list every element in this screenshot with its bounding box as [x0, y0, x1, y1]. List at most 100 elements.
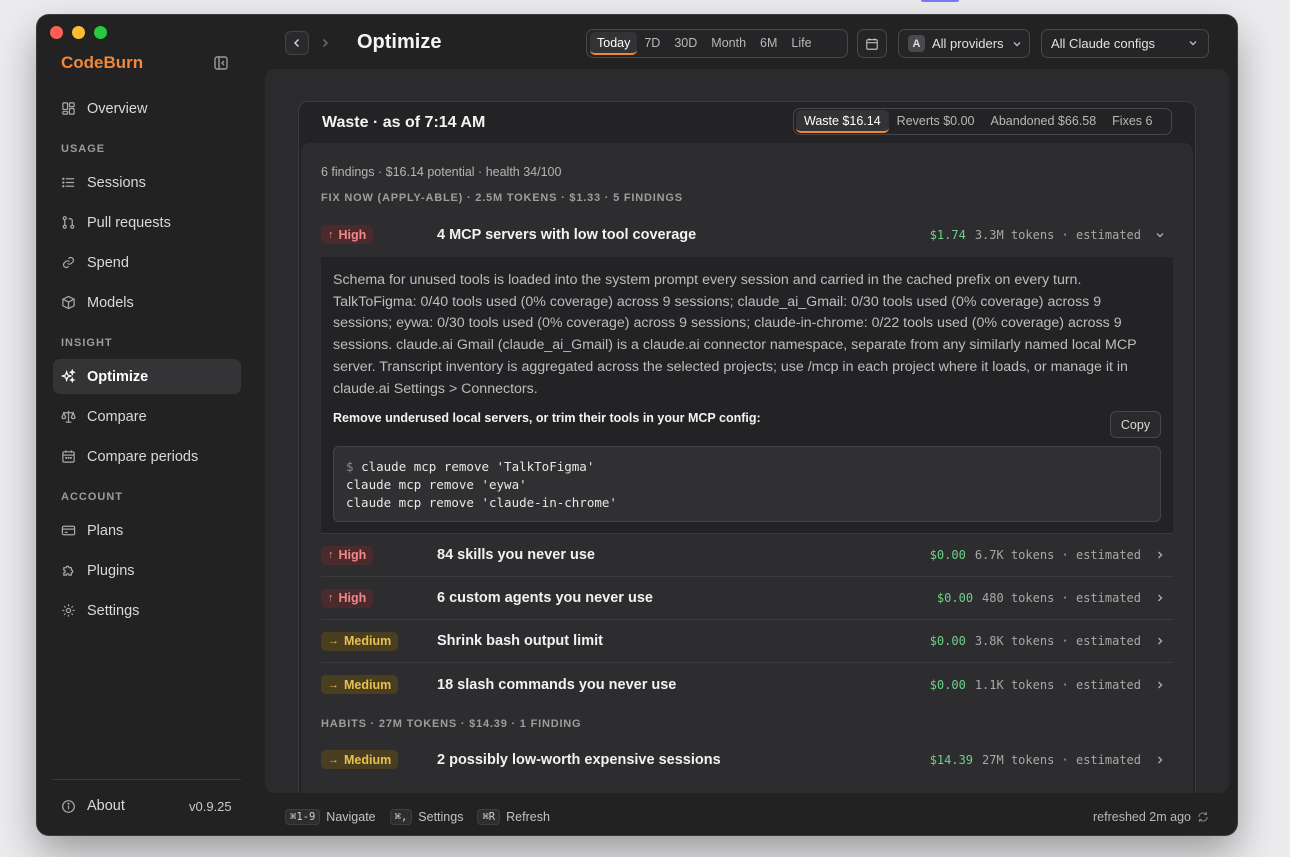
sidebar-toggle-icon[interactable]	[213, 55, 229, 71]
range-today[interactable]: Today	[590, 32, 638, 55]
finding-meta: 3.3M tokens · estimated	[974, 227, 1141, 242]
range-6m[interactable]: 6M	[753, 32, 784, 55]
version-label: v0.9.25	[189, 799, 232, 814]
sidebar-item-spend[interactable]: Spend	[53, 245, 241, 280]
range-7d[interactable]: 7D	[637, 32, 667, 55]
chevron-right-icon[interactable]	[1155, 636, 1165, 646]
cube-icon	[61, 295, 76, 310]
finding-amount: $0.00	[929, 677, 966, 692]
sidebar-item-label: Spend	[87, 254, 129, 271]
chevron-right-icon	[320, 38, 330, 48]
sidebar-item-label: Plans	[87, 522, 124, 539]
sidebar: CodeBurn Overview USAGE Sessions Pull re…	[37, 15, 257, 835]
finding-meta: 1.1K tokens · estimated	[974, 677, 1141, 692]
sidebar-item-sessions[interactable]: Sessions	[53, 165, 241, 200]
sidebar-item-compare-periods[interactable]: Compare periods	[53, 439, 241, 474]
top-accent-bar	[921, 0, 959, 2]
puzzle-icon	[61, 563, 76, 578]
finding-row[interactable]: ↑ High 84 skills you never use $0.00 6.7K…	[321, 534, 1173, 577]
command-line: claude mcp remove 'eywa'	[346, 477, 527, 492]
finding-amount: $0.00	[929, 548, 966, 562]
config-dropdown[interactable]: All Claude configs	[1041, 29, 1209, 58]
calendar-button[interactable]	[857, 29, 887, 58]
scale-icon	[61, 409, 76, 424]
tab-abandoned[interactable]: Abandoned $66.58	[983, 110, 1105, 133]
sidebar-item-compare[interactable]: Compare	[53, 399, 241, 434]
command-line: claude mcp remove 'claude-in-chrome'	[346, 495, 617, 510]
finding-title: 84 skills you never use	[437, 547, 595, 563]
forward-button[interactable]	[313, 31, 337, 55]
severity-badge: → Medium	[321, 631, 399, 651]
section-usage: USAGE	[61, 143, 106, 155]
provider-dropdown[interactable]: A All providers	[898, 29, 1030, 58]
sidebar-item-label: Settings	[87, 602, 140, 619]
finding-row[interactable]: ↑ High 4 MCP servers with low tool covera…	[321, 213, 1173, 256]
finding-title: 18 slash commands you never use	[437, 676, 677, 693]
detail-subheading: Remove underused local servers, or trim …	[333, 411, 761, 425]
shortcut-label: Settings	[418, 810, 464, 824]
sidebar-nav: Overview USAGE Sessions Pull requests Sp…	[53, 91, 241, 633]
finding-row[interactable]: → Medium 18 slash commands you never use …	[321, 663, 1173, 706]
footer-shortcuts: ⌘1-9 Navigate ⌘, Settings ⌘R Refresh	[285, 809, 564, 825]
finding-row[interactable]: ↑ High 6 custom agents you never use $0.0…	[321, 577, 1173, 620]
sidebar-item-label: Optimize	[87, 368, 149, 385]
sidebar-item-label: Overview	[87, 100, 148, 117]
arrow-up-icon: ↑	[328, 549, 334, 561]
sidebar-item-about[interactable]: About	[61, 798, 125, 814]
chevron-right-icon[interactable]	[1155, 755, 1165, 765]
finding-metrics: $0.00 480 tokens · estimated	[937, 591, 1165, 605]
chevron-right-icon[interactable]	[1155, 550, 1165, 560]
sidebar-item-pull-requests[interactable]: Pull requests	[53, 205, 241, 240]
findings-summary: 6 findings · $16.14 potential · health 3…	[321, 165, 562, 179]
finding-title: 6 custom agents you never use	[437, 590, 653, 606]
finding-metrics: $1.74 3.3M tokens · estimated	[930, 228, 1165, 242]
calendar-icon	[865, 37, 879, 51]
tab-fixes[interactable]: Fixes 6	[1104, 110, 1160, 133]
finding-row[interactable]: → Medium 2 possibly low-worth expensive s…	[321, 738, 1173, 781]
back-button[interactable]	[285, 31, 309, 55]
finding-metrics: $14.39 27M tokens · estimated	[930, 753, 1165, 767]
sidebar-item-models[interactable]: Models	[53, 285, 241, 320]
copy-button[interactable]: Copy	[1110, 411, 1161, 438]
finding-title: 4 MCP servers with low tool coverage	[437, 226, 697, 243]
chevron-right-icon[interactable]	[1155, 680, 1165, 690]
shortcut-label: Navigate	[326, 810, 376, 824]
finding-detail: Schema for unused tools is loaded into t…	[321, 257, 1173, 534]
finding-meta: 3.8K tokens · estimated	[974, 634, 1141, 648]
command-line: claude mcp remove 'TalkToFigma'	[361, 459, 595, 474]
page-title: Optimize	[357, 31, 442, 53]
finding-amount: $14.39	[929, 752, 974, 767]
refresh-status[interactable]: refreshed 2m ago	[1093, 810, 1209, 824]
severity-badge: ↑ High	[321, 545, 374, 565]
range-life[interactable]: Life	[784, 32, 818, 55]
shell-prompt: $	[346, 459, 354, 474]
shortcut-settings: ⌘, Settings	[389, 809, 464, 825]
sidebar-item-overview[interactable]: Overview	[53, 91, 241, 126]
group-header-habits: HABITS · 27M TOKENS · $14.39 · 1 FINDING	[321, 718, 582, 730]
severity-label: High	[338, 548, 367, 562]
sidebar-item-label: Compare	[87, 408, 147, 425]
sidebar-item-optimize[interactable]: Optimize	[53, 359, 241, 394]
chevron-down-icon[interactable]	[1155, 230, 1165, 240]
detail-description: Schema for unused tools is loaded into t…	[333, 272, 1137, 397]
command-block: $ claude mcp remove 'TalkToFigma' claude…	[333, 446, 1161, 522]
sidebar-item-plugins[interactable]: Plugins	[53, 553, 241, 588]
range-month[interactable]: Month	[704, 32, 753, 55]
list-icon	[61, 175, 76, 190]
sidebar-item-settings[interactable]: Settings	[53, 593, 241, 628]
severity-badge: ↑ High	[321, 225, 374, 244]
chevron-right-icon[interactable]	[1155, 593, 1165, 603]
provider-badge: A	[908, 35, 925, 52]
section-account: ACCOUNT	[61, 491, 123, 503]
tab-waste[interactable]: Waste $16.14	[796, 110, 889, 133]
range-30d[interactable]: 30D	[667, 32, 704, 55]
tab-reverts[interactable]: Reverts $0.00	[889, 110, 983, 133]
waste-card: Waste · as of 7:14 AM Waste $16.14 Rever…	[298, 101, 1196, 793]
severity-label: Medium	[344, 677, 392, 692]
finding-row[interactable]: → Medium Shrink bash output limit $0.00 3…	[321, 620, 1173, 663]
sidebar-item-plans[interactable]: Plans	[53, 513, 241, 548]
sidebar-item-label: Plugins	[87, 562, 135, 579]
arrow-up-icon: ↑	[328, 592, 334, 604]
severity-label: Medium	[344, 634, 392, 648]
shortcut-label: Refresh	[506, 810, 550, 824]
